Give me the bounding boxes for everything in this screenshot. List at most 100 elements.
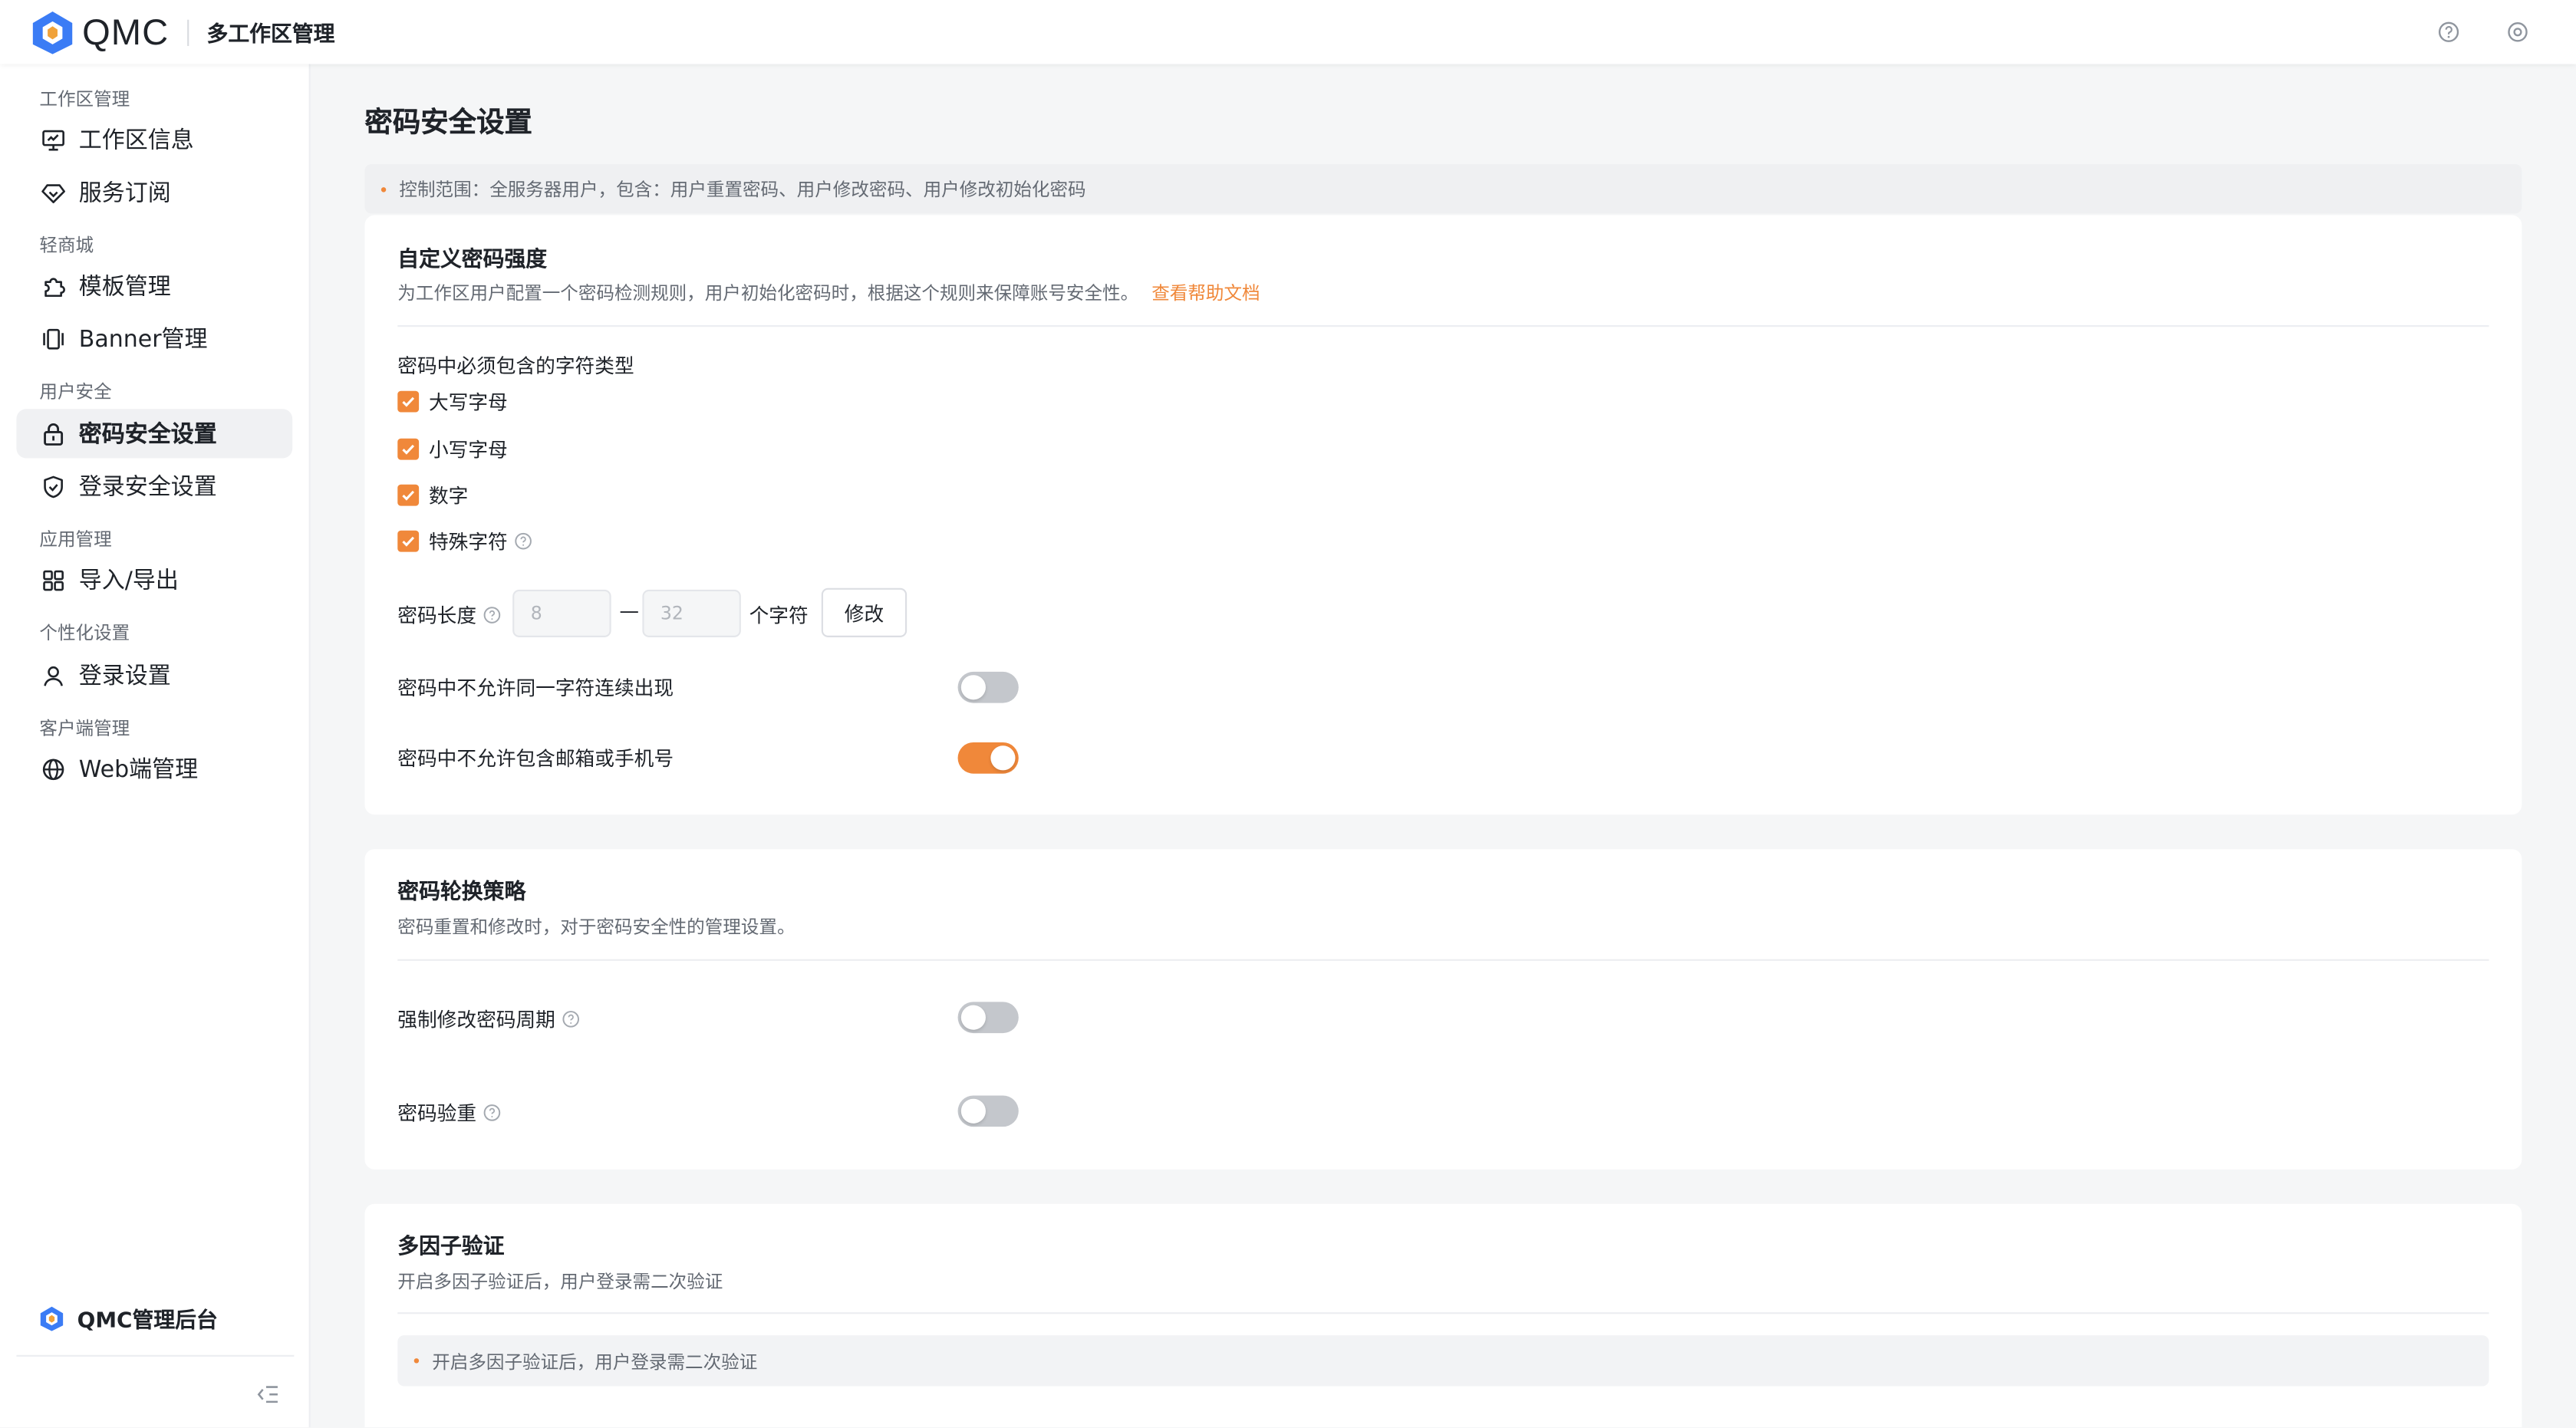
- sidebar-item-web-management[interactable]: Web端管理: [16, 744, 292, 793]
- toggle-knob: [960, 675, 986, 700]
- card-title: 密码轮换策略: [397, 880, 526, 906]
- length-unit: 个字符: [749, 604, 809, 628]
- toggle-knob: [960, 1005, 986, 1030]
- sidebar-divider: [16, 1354, 295, 1357]
- checkbox-label: 大写字母: [428, 390, 508, 414]
- checkbox-checked-icon[interactable]: [397, 484, 420, 506]
- sidebar-item-label: 工作区信息: [78, 128, 194, 155]
- no-repeat-toggle[interactable]: [957, 671, 1019, 703]
- card-description: 开启多因子验证后，用户登录需二次验证: [397, 1271, 723, 1293]
- checkbox-label: 小写字母: [428, 438, 508, 462]
- puzzle-icon: [39, 273, 65, 299]
- checkbox-checked-icon[interactable]: [397, 390, 420, 413]
- sidebar-item-workspace-info[interactable]: 工作区信息: [16, 115, 292, 164]
- force-change-toggle[interactable]: [957, 1002, 1019, 1034]
- carousel-icon: [39, 325, 65, 351]
- checkbox-label: 数字: [428, 484, 469, 508]
- mfa-card: 多因子验证 开启多因子验证后，用户登录需二次验证 开启多因子验证后，用户登录需二…: [364, 1203, 2522, 1428]
- help-circle-icon[interactable]: [483, 1104, 502, 1122]
- scope-notice: 控制范围：全服务器用户，包含：用户重置密码、用户修改密码、用户修改初始化密码: [364, 164, 2522, 214]
- help-circle-icon[interactable]: [562, 1010, 580, 1028]
- globe-icon: [39, 755, 65, 781]
- qmc-logo-icon: [40, 1305, 64, 1331]
- section-title: 多工作区管理: [206, 22, 335, 48]
- password-rotation-card: 密码轮换策略 密码重置和修改时，对于密码安全性的管理设置。 强制修改密码周期 密…: [364, 849, 2522, 1170]
- no-repeat-label: 密码中不允许同一字符连续出现: [397, 676, 674, 700]
- lock-icon: [39, 420, 65, 446]
- length-label-text: 密码长度: [397, 604, 477, 628]
- sidebar-item-banner[interactable]: Banner管理: [16, 314, 292, 363]
- group-label-workspace: 工作区管理: [39, 88, 130, 110]
- card-description-text: 为工作区用户配置一个密码检测规则，用户初始化密码时，根据这个规则来保障账号安全性…: [397, 282, 1139, 304]
- sidebar-item-label: 导入/导出: [78, 568, 179, 595]
- help-icon[interactable]: [2435, 18, 2461, 44]
- sidebar-item-label: Banner管理: [78, 327, 208, 354]
- duplicate-check-toggle[interactable]: [957, 1095, 1019, 1127]
- length-label: 密码长度: [397, 601, 501, 629]
- divider: [397, 1312, 2489, 1314]
- group-label-user-security: 用户安全: [39, 380, 112, 403]
- duplicate-check-label-text: 密码验重: [397, 1102, 477, 1125]
- checkbox-digits[interactable]: 数字: [397, 481, 468, 508]
- admin-console-label: QMC管理后台: [77, 1308, 218, 1334]
- group-label-shop: 轻商城: [39, 235, 94, 257]
- top-bar: QMC 多工作区管理: [0, 0, 2576, 64]
- toggle-knob: [960, 1098, 986, 1124]
- qmc-logo-icon: [32, 10, 73, 54]
- duplicate-check-label: 密码验重: [397, 1099, 501, 1127]
- monitor-icon: [39, 127, 65, 153]
- help-circle-icon[interactable]: [514, 532, 532, 551]
- card-title: 多因子验证: [397, 1235, 505, 1260]
- top-actions: [2435, 18, 2530, 44]
- checkbox-checked-icon[interactable]: [397, 438, 420, 460]
- app-logo[interactable]: QMC: [31, 9, 170, 55]
- sidebar-item-label: 登录安全设置: [78, 474, 217, 502]
- force-change-label-text: 强制修改密码周期: [397, 1008, 555, 1032]
- min-length-input[interactable]: 8: [512, 589, 611, 637]
- checkbox-uppercase[interactable]: 大写字母: [397, 387, 508, 415]
- no-contact-toggle[interactable]: [957, 742, 1019, 774]
- max-length-input[interactable]: 32: [642, 589, 741, 637]
- checkbox-label: 特殊字符: [428, 530, 508, 554]
- card-description: 为工作区用户配置一个密码检测规则，用户初始化密码时，根据这个规则来保障账号安全性…: [397, 279, 1260, 305]
- sidebar-item-label: Web端管理: [78, 757, 199, 784]
- mfa-notice: 开启多因子验证后，用户登录需二次验证: [397, 1335, 2489, 1387]
- sidebar-item-label: 登录设置: [78, 663, 171, 690]
- group-label-personalization: 个性化设置: [39, 622, 130, 644]
- sidebar-item-login-settings[interactable]: 登录设置: [16, 650, 292, 699]
- sidebar-item-subscription[interactable]: 服务订阅: [16, 167, 292, 216]
- bullet-dot: [380, 186, 387, 192]
- checkbox-special[interactable]: 特殊字符: [397, 527, 532, 554]
- toggle-knob: [990, 745, 1016, 771]
- scope-notice-text: 控制范围：全服务器用户，包含：用户重置密码、用户修改密码、用户修改初始化密码: [399, 179, 1086, 201]
- range-dash: —: [619, 599, 640, 623]
- sidebar-item-label: 密码安全设置: [78, 422, 217, 449]
- card-title: 自定义密码强度: [397, 248, 548, 273]
- settings-icon[interactable]: [2504, 18, 2530, 44]
- divider: [397, 959, 2489, 961]
- sidebar-item-label: 模板管理: [78, 274, 171, 301]
- top-separator: [186, 18, 189, 45]
- sidebar-item-password-security[interactable]: 密码安全设置: [16, 409, 293, 459]
- mfa-notice-text: 开启多因子验证后，用户登录需二次验证: [432, 1351, 758, 1373]
- edit-length-button[interactable]: 修改: [821, 587, 908, 637]
- collapse-sidebar-icon[interactable]: [256, 1380, 279, 1411]
- app-root: QMC 多工作区管理 工作区管理 工作区信息 服务订阅 轻商城 模板管理 Ban…: [0, 0, 2576, 1428]
- sidebar-item-login-security[interactable]: 登录安全设置: [16, 462, 292, 511]
- sidebar: 工作区管理 工作区信息 服务订阅 轻商城 模板管理 Banner管理 用户安全 …: [0, 64, 311, 1428]
- help-circle-icon[interactable]: [483, 606, 502, 624]
- checkbox-lowercase[interactable]: 小写字母: [397, 436, 508, 463]
- no-contact-label: 密码中不允许包含邮箱或手机号: [397, 747, 674, 771]
- force-change-label: 强制修改密码周期: [397, 1005, 580, 1033]
- logo-text: QMC: [82, 10, 170, 52]
- help-doc-link[interactable]: 查看帮助文档: [1151, 282, 1260, 304]
- password-strength-card: 自定义密码强度 为工作区用户配置一个密码检测规则，用户初始化密码时，根据这个规则…: [364, 215, 2522, 815]
- checkbox-checked-icon[interactable]: [397, 530, 420, 552]
- divider: [397, 325, 2489, 327]
- sidebar-item-templates[interactable]: 模板管理: [16, 262, 292, 311]
- page-title: 密码安全设置: [364, 107, 532, 140]
- sidebar-item-label: 服务订阅: [78, 180, 171, 207]
- admin-console-link[interactable]: QMC管理后台: [39, 1302, 218, 1334]
- bullet-dot: [413, 1358, 420, 1364]
- sidebar-item-import-export[interactable]: 导入/导出: [16, 555, 292, 604]
